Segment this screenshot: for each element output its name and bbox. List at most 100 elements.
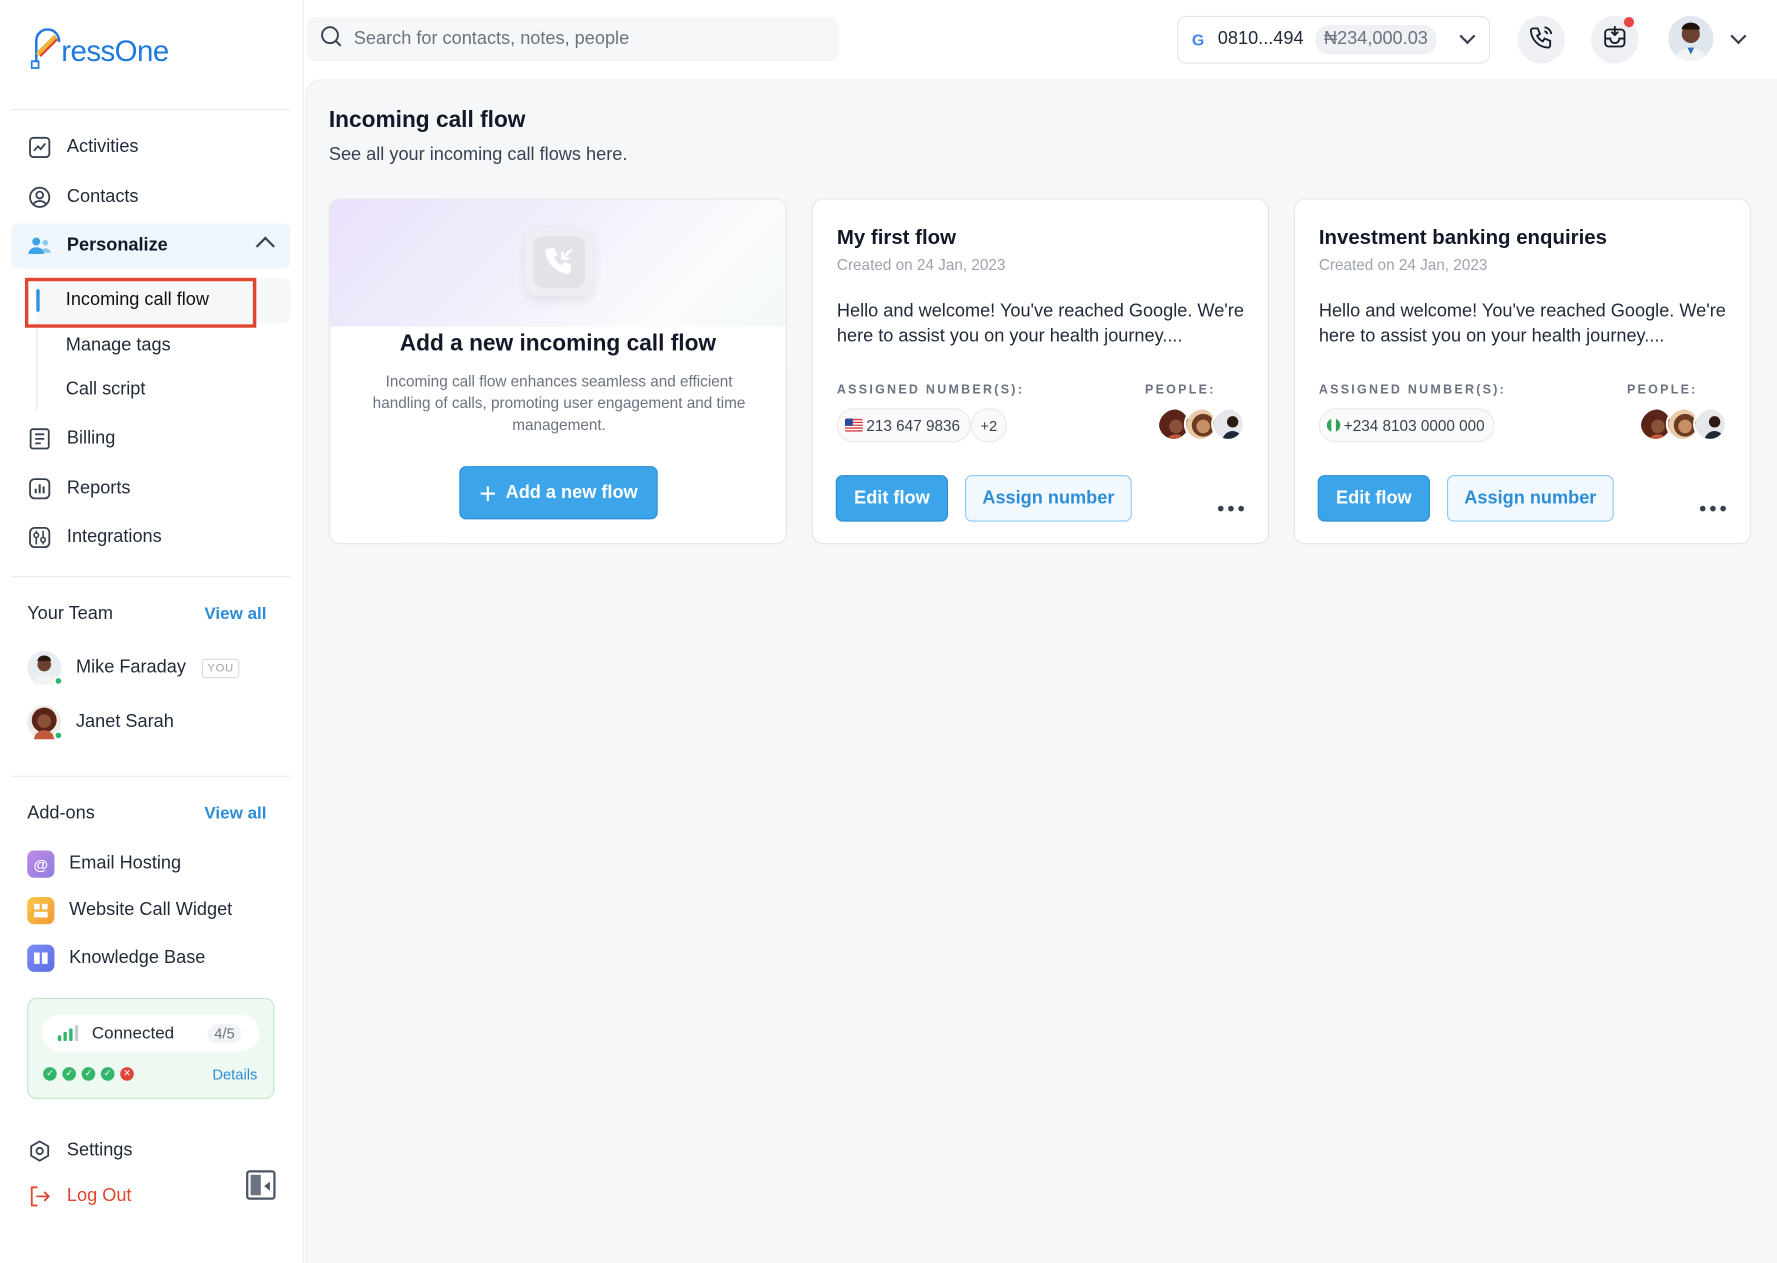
at-sign-icon: @ [27,850,55,878]
addon-email-hosting[interactable]: @ Email Hosting [27,849,181,878]
sidebar-item-label: Integrations [66,527,162,547]
assigned-number: 213 647 9836 [866,416,961,434]
ng-flag-icon [1326,418,1341,433]
incoming-call-icon [525,227,594,296]
connection-count: 4/5 [207,1024,242,1044]
avatar [27,650,64,687]
gear-icon [27,1139,52,1164]
more-numbers-chip[interactable]: +2 [970,408,1007,443]
flow-created-date: Created on 24 Jan, 2023 [836,256,1006,274]
connection-checks: ✓ ✓ ✓ ✓ ✕ [43,1067,134,1081]
inbox-icon [1602,24,1627,55]
notification-dot [1623,17,1635,28]
search-bar[interactable] [306,17,840,62]
team-member-name: Janet Sarah [75,712,174,732]
connection-details-link[interactable]: Details [212,1066,257,1083]
assigned-numbers-label: ASSIGNED NUMBER(S): [1318,383,1507,397]
sidebar-subitem-label: Manage tags [65,335,171,355]
page-subtitle: See all your incoming call flows here. [328,145,628,165]
assigned-number-chip: +234 8103 0000 000 [1318,408,1495,443]
avatar [1693,407,1728,442]
edit-flow-button[interactable]: Edit flow [835,475,949,522]
assigned-number: +234 8103 0000 000 [1343,416,1485,434]
sidebar-item-label: Reports [66,478,131,498]
users-icon [27,234,52,259]
google-icon: G [1191,30,1205,49]
flow-card: My first flow Created on 24 Jan, 2023 He… [811,198,1269,545]
flow-message: Hello and welcome! You've reached Google… [1318,301,1726,346]
assigned-numbers-label: ASSIGNED NUMBER(S): [836,383,1025,397]
plus-icon: + [479,475,497,510]
team-member[interactable]: Janet Sarah [27,704,174,741]
check-ok-icon: ✓ [62,1067,76,1081]
addons-view-all-link[interactable]: View all [204,804,266,823]
divider [11,775,291,777]
team-section-title: Your Team [27,604,113,624]
settings-link[interactable]: Settings [27,1135,132,1167]
team-member[interactable]: Mike Faraday YOU [27,650,240,687]
addon-website-call-widget[interactable]: Website Call Widget [27,896,232,925]
sidebar-item-label: Activities [66,137,139,157]
brand-name: ressOne [61,34,169,69]
assign-number-button[interactable]: Assign number [1446,475,1614,522]
chevron-down-icon [1459,28,1476,45]
sidebar-item-label: Billing [66,428,116,448]
sidebar-item-personalize[interactable]: Personalize [11,223,291,269]
logout-link[interactable]: Log Out [27,1180,131,1212]
addon-label: Website Call Widget [69,900,233,920]
sidebar-subitem-manage-tags[interactable]: Manage tags [36,323,290,368]
dialer-button[interactable] [1517,15,1565,64]
add-new-flow-label: Add a new flow [505,482,638,502]
us-flag-icon [844,418,863,433]
sidebar-item-reports[interactable]: Reports [11,466,290,511]
sidebar-subitem-call-script[interactable]: Call script [36,367,290,412]
sidebar-item-billing[interactable]: Billing [11,416,290,461]
account-balance: ₦234,000.03 [1314,24,1437,55]
online-status-dot [53,730,64,741]
check-error-icon: ✕ [120,1067,134,1081]
team-member-name: Mike Faraday [75,657,186,677]
activity-chart-icon [27,135,52,160]
sidebar-item-label: Contacts [66,187,139,207]
search-input[interactable] [353,28,808,50]
receipt-icon [27,426,52,451]
add-new-flow-button[interactable]: + Add a new flow [459,466,658,520]
avatar [27,705,64,741]
avatar [1211,407,1246,442]
sidebar-item-activities[interactable]: Activities [11,125,290,170]
sidebar-item-contacts[interactable]: Contacts [11,175,290,220]
account-selector[interactable]: G 0810...494 ₦234,000.03 [1177,15,1491,64]
you-badge: YOU [201,658,240,678]
sidebar-item-integrations[interactable]: Integrations [11,515,290,560]
sidebar-subitem-label: Call script [65,379,146,400]
people-label: PEOPLE: [1626,383,1698,397]
phone-call-icon [1529,24,1554,55]
pressone-logo[interactable]: ressOne [29,27,169,69]
more-options-icon[interactable] [1699,505,1726,512]
logout-label: Log Out [66,1186,132,1206]
account-number: 0810...494 [1217,29,1304,49]
collapse-sidebar-icon[interactable] [246,1170,276,1200]
settings-label: Settings [66,1140,133,1161]
flow-title: Investment banking enquiries [1318,225,1607,249]
widget-icon [27,896,55,925]
team-view-all-link[interactable]: View all [204,604,266,623]
highlight-box [24,277,257,328]
assign-number-button[interactable]: Assign number [965,475,1132,522]
online-status-dot [53,675,64,687]
addon-knowledge-base[interactable]: Knowledge Base [27,943,205,972]
add-flow-description: Incoming call flow enhances seamless and… [372,373,746,434]
logo-mark-icon [29,27,63,69]
people-label: PEOPLE: [1145,383,1216,397]
user-avatar[interactable] [1668,15,1714,62]
chevron-up-icon [255,236,275,256]
connection-status-pill: Connected 4/5 [41,1014,260,1052]
assigned-number-chip: 213 647 9836 [836,408,971,443]
addons-section-title: Add-ons [27,804,95,824]
edit-flow-button[interactable]: Edit flow [1317,475,1430,522]
check-ok-icon: ✓ [43,1067,57,1081]
people-avatars [1638,407,1728,442]
profile-chevron-down-icon[interactable] [1730,28,1747,45]
more-options-icon[interactable] [1217,505,1244,512]
inbox-button[interactable] [1591,15,1639,64]
